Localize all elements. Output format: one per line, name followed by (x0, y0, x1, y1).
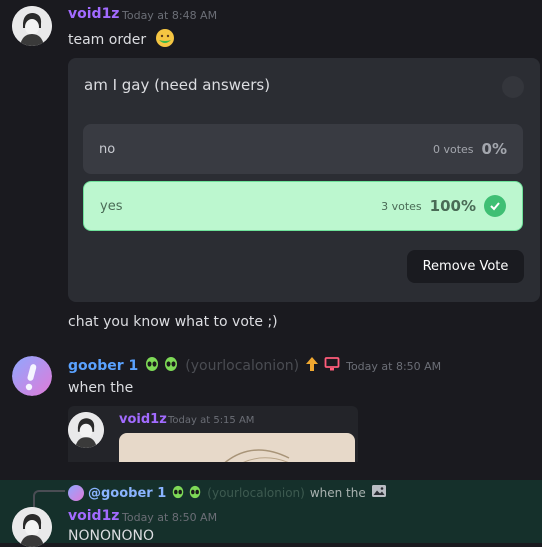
message-text: chat you know what to vote ;) (68, 314, 278, 330)
poll-option-votes: 0 votes (432, 142, 474, 156)
alien-icon (163, 356, 179, 376)
poll-option-votes: 3 votes (381, 199, 422, 213)
message-text: when the (68, 380, 134, 396)
embed-image[interactable] (119, 433, 355, 462)
poll-question: am I gay (need answers) (84, 76, 271, 94)
username[interactable]: goober 1 (68, 358, 138, 374)
poll-option-percent: 0% (481, 140, 507, 158)
reply-text: when the (309, 486, 366, 500)
poll-option-yes[interactable]: yes 3 votes 100% (83, 181, 523, 231)
poll-option-label: no (99, 141, 116, 157)
message-text: NONONONO (68, 528, 154, 544)
embed-username: void1z (119, 412, 167, 427)
poll-card: am I gay (need answers) no 0 votes 0% ye… (68, 58, 540, 302)
alien-icon (144, 356, 160, 376)
avatar-void1z[interactable] (12, 6, 52, 46)
reply-connector (33, 490, 65, 508)
username[interactable]: void1z (68, 6, 119, 22)
embed-timestamp: Today at 5:15 AM (168, 415, 255, 426)
reply-preview[interactable]: @goober 1 (yourlocalonion) when the (68, 483, 387, 503)
poll-option-label: yes (100, 198, 123, 214)
image-icon (371, 483, 387, 503)
embedded-message[interactable]: void1z Today at 5:15 AM (68, 406, 358, 462)
reply-pronouns: (yourlocalonion) (207, 486, 305, 500)
avatar-void1z[interactable] (12, 507, 52, 547)
message-text: team order (68, 28, 175, 52)
reply-avatar-icon (68, 485, 84, 501)
up-arrow-icon (304, 356, 320, 376)
reply-mention[interactable]: @goober 1 (88, 486, 166, 501)
remove-vote-button[interactable]: Remove Vote (407, 250, 524, 283)
alien-icon (171, 484, 185, 503)
username[interactable]: void1z (68, 508, 119, 524)
message-header: goober 1 (yourlocalonion) Today at 8:50 … (68, 356, 441, 376)
checkmark-icon (484, 195, 506, 217)
poll-option-no[interactable]: no 0 votes 0% (83, 124, 523, 174)
poll-status-icon (502, 76, 524, 98)
alien-icon (188, 484, 202, 503)
timestamp: Today at 8:50 AM (346, 359, 442, 373)
avatar-goober-1[interactable] (12, 356, 52, 396)
timestamp: Today at 8:50 AM (122, 511, 218, 524)
monitor-icon (324, 356, 340, 376)
avatar-void1z (68, 412, 104, 448)
nauseated-face-icon (155, 28, 175, 52)
message-text-content: team order (68, 32, 147, 48)
timestamp: Today at 8:48 AM (122, 9, 218, 22)
poll-option-percent: 100% (429, 197, 476, 215)
pronouns: (yourlocalonion) (185, 358, 300, 374)
